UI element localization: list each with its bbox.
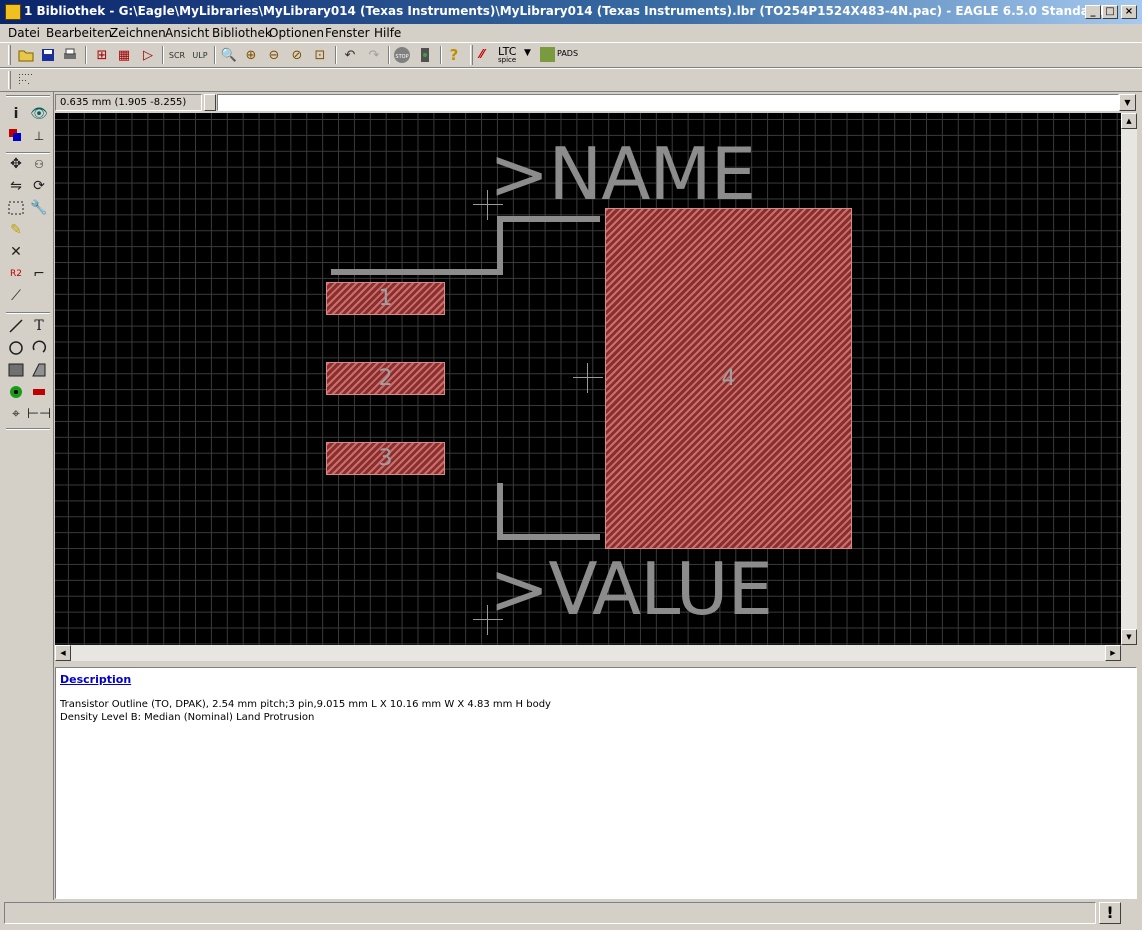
symbol-icon[interactable]: ▷ [138, 45, 158, 65]
dimension-icon[interactable]: ⊢⊣ [27, 404, 51, 424]
window-title: 1 Bibliothek - G:\Eagle\MyLibraries\MyLi… [24, 4, 1104, 18]
command-toolbar: i 👁 ⊥ ✥ ⚇ ⇋ ⟳ 🔧 ✎ ✕ R2 ⌐ ⟋ T ⌖ ⊢⊣ [0, 92, 54, 900]
description-panel: Description Transistor Outline (TO, DPAK… [55, 667, 1137, 899]
horizontal-scrollbar[interactable]: ◀ ▶ [55, 645, 1121, 661]
maximize-button[interactable]: □ [1102, 5, 1118, 19]
menu-optionen[interactable]: Optionen [269, 26, 324, 40]
menu-fenster[interactable]: Fenster [325, 26, 370, 40]
scroll-up-icon[interactable]: ▲ [1121, 113, 1137, 129]
ulp-icon[interactable]: ULP [190, 45, 210, 65]
mark-icon[interactable]: ⊥ [29, 126, 49, 146]
status-bar [4, 902, 1096, 924]
paste-icon[interactable]: ✎ [6, 220, 26, 240]
polygon-icon[interactable] [29, 360, 49, 380]
menu-ansicht[interactable]: Ansicht [165, 26, 209, 40]
title-bar: 1 Bibliothek - G:\Eagle\MyLibraries\MyLi… [0, 0, 1142, 24]
drawing-canvas[interactable]: >NAME >VALUE 1 2 3 4 [55, 113, 1121, 645]
name-origin-cross [473, 190, 503, 220]
smd-pad-4[interactable]: 4 [605, 208, 852, 549]
info-icon[interactable]: i [6, 104, 26, 124]
command-toggle[interactable] [204, 94, 216, 111]
ltspice-button[interactable]: ⁄⁄ LTC spice ▼ [478, 45, 536, 65]
split-icon[interactable]: ⟋ [6, 286, 26, 306]
print-icon[interactable] [60, 45, 80, 65]
scroll-right-icon[interactable]: ▶ [1105, 645, 1121, 661]
wire-icon[interactable] [6, 316, 26, 336]
rect-icon[interactable] [6, 360, 26, 380]
description-link[interactable]: Description [60, 673, 1132, 686]
scroll-down-icon[interactable]: ▼ [1121, 629, 1137, 645]
close-button[interactable]: × [1121, 5, 1137, 19]
delete-icon[interactable]: ✕ [6, 242, 26, 262]
move-icon[interactable]: ✥ [6, 154, 26, 174]
toolbar-grip[interactable] [8, 45, 11, 65]
arc-icon[interactable] [29, 338, 49, 358]
group-icon[interactable] [6, 198, 26, 218]
smd-pad-1[interactable]: 1 [326, 282, 445, 315]
smd-icon[interactable] [29, 382, 49, 402]
redraw-icon[interactable]: ⊘ [287, 45, 307, 65]
command-history-dropdown[interactable]: ▼ [1119, 94, 1136, 111]
circle-icon[interactable] [6, 338, 26, 358]
main-toolbar: ⊞ ▦ ▷ SCR ULP 🔍 ⊕ ⊖ ⊘ ⊡ ↶ ↷ STOP ? ⁄⁄ LT… [0, 42, 1142, 68]
rotate-icon[interactable]: ⟳ [29, 176, 49, 196]
undo-icon[interactable]: ↶ [340, 45, 360, 65]
package-origin-cross [573, 363, 603, 393]
hole-icon[interactable]: ⌖ [6, 404, 26, 424]
zoom-out-icon[interactable]: ⊖ [264, 45, 284, 65]
menu-datei[interactable]: Datei [8, 26, 40, 40]
board-icon[interactable]: ⊞ [92, 45, 112, 65]
menu-bibliothek[interactable]: Bibliothek [212, 26, 272, 40]
zoom-select-icon[interactable]: ⊡ [310, 45, 330, 65]
menu-bar: Datei Bearbeiten Zeichnen Ansicht Biblio… [0, 24, 1142, 42]
name-value-icon[interactable]: R2 [6, 264, 26, 284]
smd-pad-3[interactable]: 3 [326, 442, 445, 475]
smd-pad-2[interactable]: 2 [326, 362, 445, 395]
description-line-2: Density Level B: Median (Nominal) Land P… [60, 712, 315, 723]
pad-icon[interactable] [6, 382, 26, 402]
menu-hilfe[interactable]: Hilfe [374, 26, 401, 40]
name-placeholder-text[interactable]: >NAME [489, 138, 756, 210]
menu-bearbeiten[interactable]: Bearbeiten [46, 26, 112, 40]
description-line-1: Transistor Outline (TO, DPAK), 2.54 mm p… [60, 699, 551, 710]
zoom-in-icon[interactable]: ⊕ [241, 45, 261, 65]
go-icon[interactable] [415, 45, 435, 65]
stop-command-button[interactable]: ! [1099, 902, 1121, 924]
grid-icon[interactable] [16, 70, 36, 90]
copy-icon[interactable]: ⚇ [29, 154, 49, 174]
zoom-fit-icon[interactable]: 🔍 [219, 45, 239, 65]
eagle-app-icon[interactable] [5, 4, 21, 20]
parameter-toolbar [0, 68, 1142, 92]
text-icon[interactable]: T [29, 316, 49, 336]
script-icon[interactable]: SCR [167, 45, 187, 65]
svg-text:STOP: STOP [395, 54, 408, 60]
value-placeholder-text[interactable]: >VALUE [489, 553, 773, 625]
save-icon[interactable] [38, 45, 58, 65]
value-origin-cross [473, 605, 503, 635]
menu-zeichnen[interactable]: Zeichnen [110, 26, 166, 40]
dropdown-arrow-icon: ▼ [524, 48, 531, 58]
stop-icon[interactable]: STOP [392, 45, 412, 65]
pads-logo-icon [540, 47, 555, 62]
display-layers-icon[interactable] [6, 126, 26, 146]
minimize-button[interactable]: _ [1085, 5, 1101, 19]
pads-button[interactable]: PADS [540, 46, 580, 64]
package-icon[interactable]: ▦ [114, 45, 134, 65]
scroll-corner [1121, 645, 1137, 661]
scroll-left-icon[interactable]: ◀ [55, 645, 71, 661]
coordinate-display: 0.635 mm (1.905 -8.255) [55, 94, 202, 111]
mirror-icon[interactable]: ⇋ [6, 176, 26, 196]
help-icon[interactable]: ? [444, 45, 464, 65]
redo-icon[interactable]: ↷ [364, 45, 384, 65]
open-icon[interactable] [16, 45, 36, 65]
show-icon[interactable]: 👁 [29, 104, 49, 124]
command-input[interactable] [217, 94, 1119, 111]
miter-icon[interactable]: ⌐ [29, 264, 49, 284]
ltspice-logo-icon: ⁄⁄ [480, 47, 485, 61]
change-icon[interactable]: 🔧 [29, 198, 49, 218]
vertical-scrollbar[interactable]: ▲ ▼ [1121, 113, 1137, 645]
